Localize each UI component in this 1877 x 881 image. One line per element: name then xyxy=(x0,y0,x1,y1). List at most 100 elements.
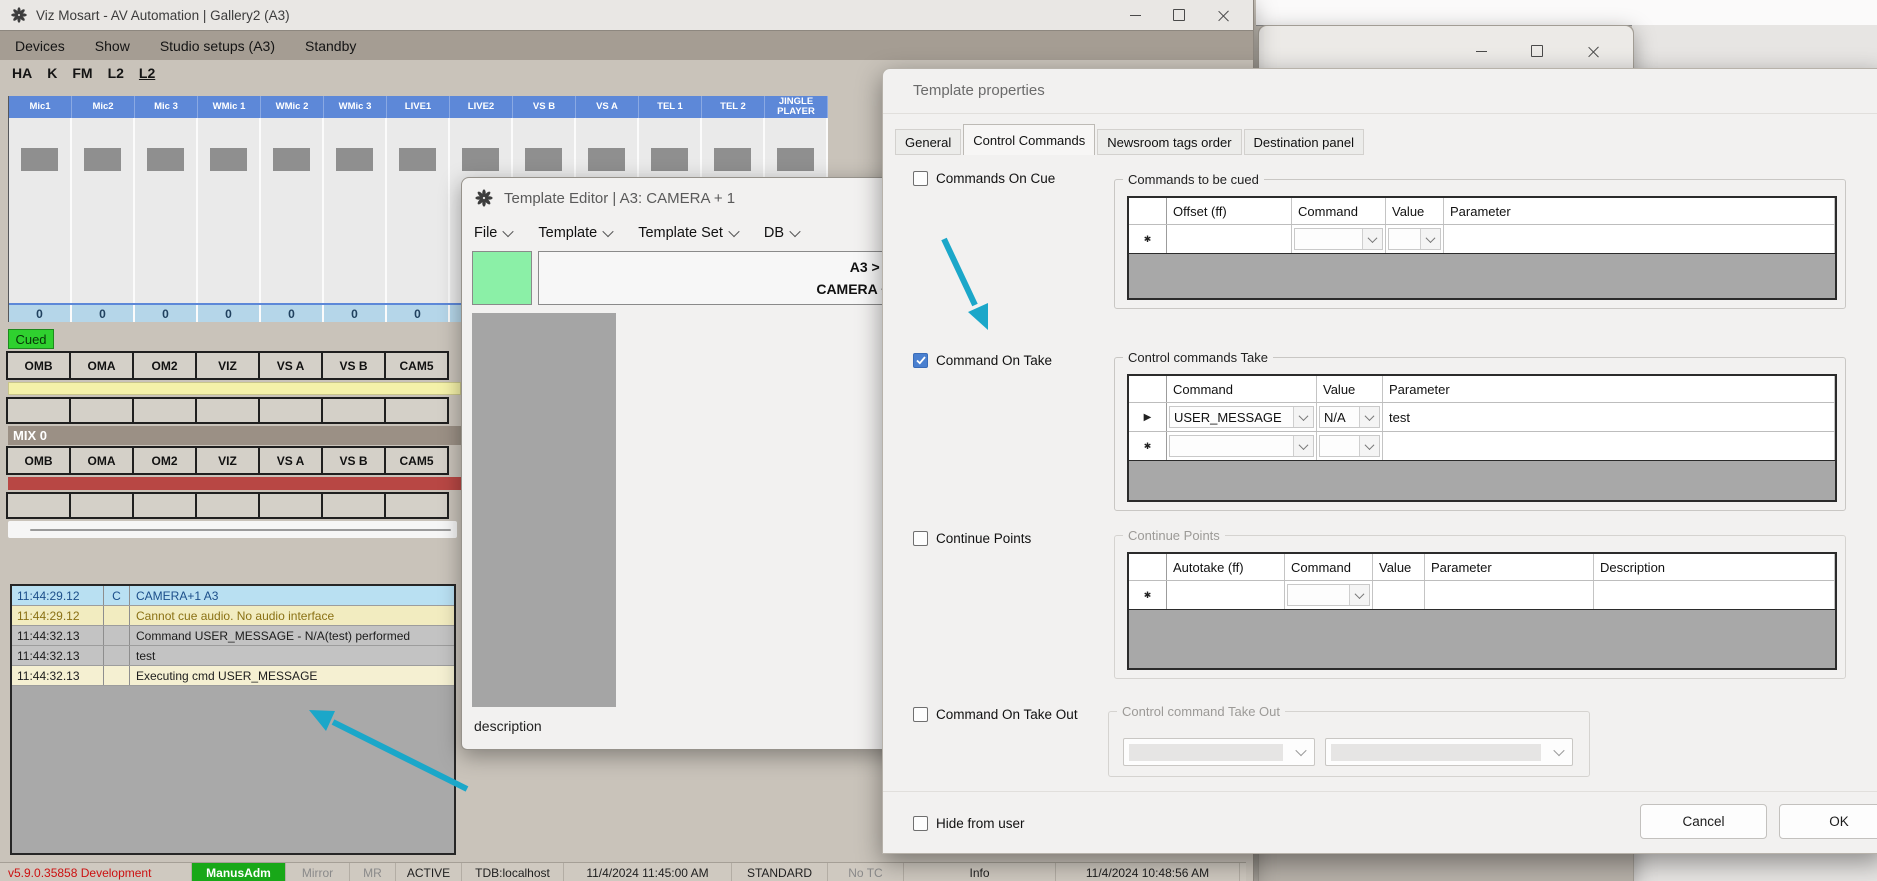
bus-button-oma[interactable]: OMA xyxy=(69,446,134,475)
close-button[interactable] xyxy=(1201,0,1245,30)
bus-cell[interactable] xyxy=(321,397,386,424)
command-on-take-checkbox[interactable]: Command On Take xyxy=(913,353,1052,368)
command-cell[interactable]: USER_MESSAGE xyxy=(1167,403,1317,431)
tab-control-commands[interactable]: Control Commands xyxy=(963,124,1095,155)
fader-handle[interactable] xyxy=(462,148,499,171)
menu-template[interactable]: Template xyxy=(538,225,612,241)
bus-button-om2[interactable]: OM2 xyxy=(132,351,197,380)
value-combobox[interactable]: N/A xyxy=(1319,406,1380,428)
command-cell[interactable] xyxy=(1292,225,1386,253)
minimize-button[interactable] xyxy=(1113,0,1157,30)
log-row[interactable]: 11:44:29.12 Cannot cue audio. No audio i… xyxy=(12,606,454,626)
command-cell[interactable] xyxy=(1167,432,1317,460)
parameter-cell[interactable] xyxy=(1425,581,1594,609)
bus-cell[interactable] xyxy=(6,397,71,424)
dropdown-button[interactable] xyxy=(1359,436,1379,456)
grid-new-row[interactable]: ✱ xyxy=(1129,431,1835,460)
command-combobox[interactable] xyxy=(1169,435,1314,457)
quick-item-ha[interactable]: HA xyxy=(12,65,32,81)
command-combobox[interactable]: USER_MESSAGE xyxy=(1169,406,1314,428)
menu-template-set[interactable]: Template Set xyxy=(638,225,738,241)
ok-button[interactable]: OK xyxy=(1779,804,1877,839)
menu-standby[interactable]: Standby xyxy=(290,38,371,54)
take-out-command-dropdown[interactable] xyxy=(1123,738,1315,766)
bus-button-vsa[interactable]: VS A xyxy=(258,446,323,475)
bus-cell[interactable] xyxy=(195,492,260,519)
commands-on-cue-checkbox[interactable]: Commands On Cue xyxy=(913,171,1055,186)
command-cell[interactable] xyxy=(1285,581,1373,609)
quick-item-k[interactable]: K xyxy=(47,65,57,81)
parameter-cell[interactable]: test xyxy=(1383,403,1835,431)
channel-strip[interactable] xyxy=(198,118,261,303)
value-cell[interactable] xyxy=(1373,581,1425,609)
value-combobox[interactable] xyxy=(1388,228,1441,250)
grid-new-row[interactable]: ✱ xyxy=(1129,224,1835,253)
bus-button-omb[interactable]: OMB xyxy=(6,446,71,475)
dropdown-button[interactable] xyxy=(1359,407,1379,427)
menu-db[interactable]: DB xyxy=(764,225,799,241)
take-out-value-dropdown[interactable] xyxy=(1325,738,1573,766)
fader-handle[interactable] xyxy=(336,148,373,171)
dropdown-button[interactable] xyxy=(1420,229,1440,249)
bus-cell[interactable] xyxy=(69,492,134,519)
menu-studio-setups[interactable]: Studio setups (A3) xyxy=(145,38,290,54)
menu-show[interactable]: Show xyxy=(80,38,145,54)
bus-cell[interactable] xyxy=(258,492,323,519)
dropdown-button[interactable] xyxy=(1288,748,1314,756)
bus-cell[interactable] xyxy=(321,492,386,519)
channel-strip[interactable] xyxy=(324,118,387,303)
channel-strip[interactable] xyxy=(72,118,135,303)
fader-handle[interactable] xyxy=(84,148,121,171)
autotake-cell[interactable] xyxy=(1167,581,1285,609)
bus-cell[interactable] xyxy=(6,492,71,519)
fader-handle[interactable] xyxy=(525,148,562,171)
command-combobox[interactable] xyxy=(1287,584,1370,606)
offset-cell[interactable] xyxy=(1167,225,1292,253)
fader-handle[interactable] xyxy=(714,148,751,171)
bus-button-cam5[interactable]: CAM5 xyxy=(384,446,449,475)
parameter-cell[interactable] xyxy=(1444,225,1835,253)
quick-item-l2a[interactable]: L2 xyxy=(108,65,124,81)
log-row[interactable]: 11:44:32.13 test xyxy=(12,646,454,666)
log-row[interactable]: 11:44:32.13 Command USER_MESSAGE - N/A(t… xyxy=(12,626,454,646)
bus-button-om2[interactable]: OM2 xyxy=(132,446,197,475)
grid-new-row[interactable]: ✱ xyxy=(1129,580,1835,609)
tab-newsroom-tags-order[interactable]: Newsroom tags order xyxy=(1097,129,1241,155)
hide-from-user-checkbox[interactable]: Hide from user xyxy=(913,816,1025,831)
dropdown-button[interactable] xyxy=(1362,229,1382,249)
fader-handle[interactable] xyxy=(651,148,688,171)
channel-strip[interactable] xyxy=(135,118,198,303)
fader-handle[interactable] xyxy=(588,148,625,171)
bus-button-vsb[interactable]: VS B xyxy=(321,446,386,475)
bus-cell[interactable] xyxy=(384,397,449,424)
value-combobox[interactable] xyxy=(1319,435,1380,457)
bus-button-viz[interactable]: VIZ xyxy=(195,351,260,380)
value-cell[interactable] xyxy=(1386,225,1444,253)
command-combobox[interactable] xyxy=(1294,228,1383,250)
quick-item-fm[interactable]: FM xyxy=(72,65,92,81)
dropdown-button[interactable] xyxy=(1293,407,1313,427)
dropdown-button[interactable] xyxy=(1546,748,1572,756)
fader-handle[interactable] xyxy=(777,148,814,171)
template-color-swatch[interactable] xyxy=(472,251,532,305)
tab-destination-panel[interactable]: Destination panel xyxy=(1244,129,1364,155)
fader-handle[interactable] xyxy=(21,148,58,171)
menu-file[interactable]: File xyxy=(474,225,512,241)
fader-handle[interactable] xyxy=(399,148,436,171)
channel-strip[interactable] xyxy=(9,118,72,303)
bus-button-vsb[interactable]: VS B xyxy=(321,351,386,380)
bus-cell[interactable] xyxy=(132,492,197,519)
bus-button-oma[interactable]: OMA xyxy=(69,351,134,380)
continue-points-checkbox[interactable]: Continue Points xyxy=(913,531,1031,546)
tab-general[interactable]: General xyxy=(895,129,961,155)
dropdown-button[interactable] xyxy=(1349,585,1369,605)
grid-data-row[interactable]: ▶ USER_MESSAGE N/A test xyxy=(1129,402,1835,431)
cancel-button[interactable]: Cancel xyxy=(1640,804,1767,839)
quick-item-l2b-active[interactable]: L2 xyxy=(139,65,155,81)
fader-handle[interactable] xyxy=(210,148,247,171)
parameter-cell[interactable] xyxy=(1383,432,1835,460)
bus-button-viz[interactable]: VIZ xyxy=(195,446,260,475)
bus-cell[interactable] xyxy=(69,397,134,424)
bus-button-vsa[interactable]: VS A xyxy=(258,351,323,380)
channel-strip[interactable] xyxy=(261,118,324,303)
